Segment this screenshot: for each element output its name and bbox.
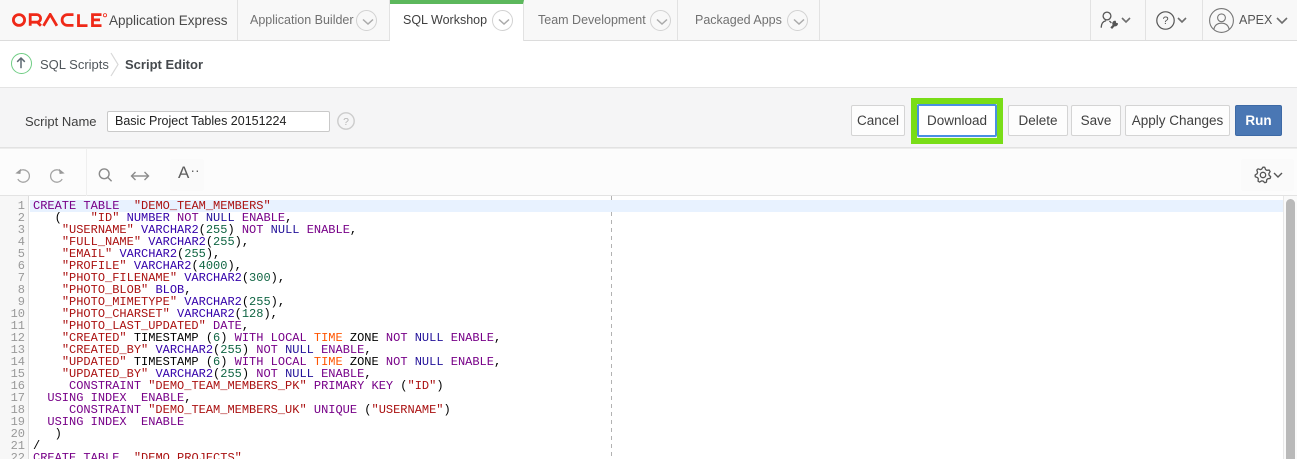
svg-text:?: ?: [343, 116, 349, 128]
svg-text:?: ?: [1162, 15, 1168, 27]
